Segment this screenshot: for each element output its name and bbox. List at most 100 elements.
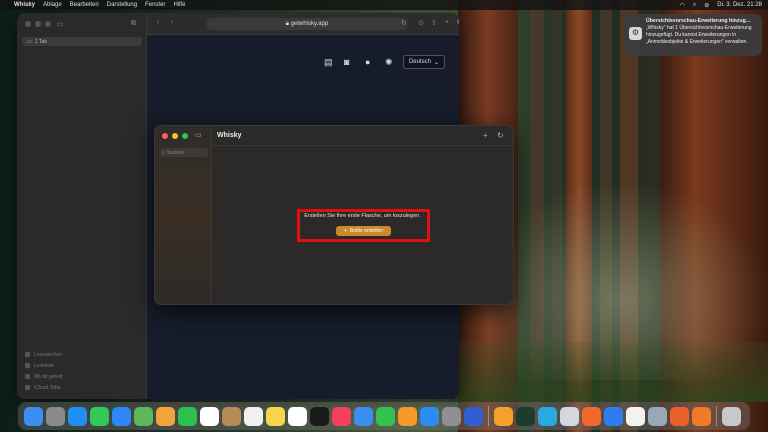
zoom-button[interactable]	[45, 21, 51, 27]
cube-app-icon[interactable]	[464, 406, 483, 426]
app-store-icon[interactable]	[420, 406, 439, 426]
search-field[interactable]: ⌕ Suchen	[159, 148, 208, 157]
close-button[interactable]	[162, 133, 168, 139]
pencil-app-icon[interactable]	[494, 406, 513, 426]
menu-bar: Whisky Ablage Bearbeiten Darstellung Fen…	[0, 0, 768, 10]
system-settings-icon[interactable]	[442, 406, 461, 426]
minimize-button[interactable]	[172, 133, 178, 139]
sidebar-item-reading-list[interactable]: Leseliste	[25, 360, 62, 371]
mail-icon[interactable]	[112, 406, 131, 426]
safari-toolbar: ‹ › ▣ 🔒︎ getwhisky.app ↻ ⊙ ⇧ + ⧉	[147, 13, 459, 35]
share-icon[interactable]: ⇧	[431, 19, 437, 27]
pages-icon[interactable]	[398, 406, 417, 426]
keynote-icon[interactable]	[354, 406, 373, 426]
dock-separator	[716, 406, 717, 426]
wifi-icon[interactable]: ◠	[680, 2, 685, 9]
calendar-icon[interactable]	[200, 406, 219, 426]
whisky-toolbar: Whisky + ↻	[212, 126, 513, 146]
notes-icon[interactable]	[266, 406, 285, 426]
tv-icon[interactable]	[310, 406, 329, 426]
sidebar-bottom-list: Leseziechen Leseliste Mit dir geteilt iC…	[25, 349, 62, 393]
notification-title: Übersichtsvorschau-Erweiterung hinzug…	[646, 18, 751, 24]
menubar-clock[interactable]: Di. 3. Dez. 21:28	[717, 2, 762, 8]
back-icon[interactable]: ‹	[157, 19, 159, 26]
github-icon[interactable]: ●	[365, 57, 370, 67]
reminders-icon[interactable]	[244, 406, 263, 426]
add-icon[interactable]: +	[483, 131, 488, 140]
new-tab-icon[interactable]: +	[445, 19, 449, 26]
menu-hilfe[interactable]: Hilfe	[173, 2, 185, 8]
reload-icon[interactable]: ↻	[401, 19, 407, 27]
window-app-icon[interactable]	[538, 406, 557, 426]
download-icon[interactable]: ⊙	[418, 19, 424, 27]
menu-app-name[interactable]: Whisky	[14, 2, 35, 8]
url-text: getwhisky.app	[290, 21, 329, 27]
whisky-traffic-lights	[162, 133, 188, 139]
close-button[interactable]	[25, 21, 31, 27]
music-icon[interactable]	[332, 406, 351, 426]
xcode-cloud-icon[interactable]	[516, 406, 535, 426]
dock	[18, 402, 750, 430]
control-center-icon[interactable]: ⊜	[704, 2, 709, 9]
tab-overview-icon[interactable]: ⧉	[131, 20, 136, 28]
menu-fenster[interactable]: Fenster	[145, 2, 165, 8]
safari-traffic-lights	[25, 21, 51, 27]
search-icon: ⌕	[162, 149, 165, 156]
facetime-icon[interactable]	[178, 406, 197, 426]
shared-icon	[25, 374, 30, 379]
language-select-value: Deutsch	[408, 59, 431, 65]
sidebar-tab-group[interactable]: ▭ 1 Tab	[22, 37, 142, 46]
reading-list-icon	[25, 363, 30, 368]
game-app-icon[interactable]	[582, 406, 601, 426]
bookmarks-icon	[25, 352, 30, 357]
safari-sidebar: ▭ ⧉ ▭ 1 Tab Leseziechen Leseliste Mit di…	[17, 13, 147, 399]
utility-app-icon[interactable]	[648, 406, 667, 426]
extension-icon: ⚙	[629, 27, 642, 40]
numbers-icon[interactable]	[376, 406, 395, 426]
preview-icon[interactable]	[692, 406, 711, 426]
sidebar-item-icloud-tabs[interactable]: iCloud-Tabs	[25, 382, 62, 393]
book-icon[interactable]: ▤	[324, 57, 333, 68]
dock-separator	[488, 406, 489, 426]
discord-icon[interactable]: ◙	[344, 57, 349, 67]
address-bar[interactable]: 🔒︎ getwhisky.app	[207, 18, 407, 30]
language-select[interactable]: Deutsch ⌄	[403, 55, 445, 69]
notification-body: „Whisky“ hat 1 Übersichtsvorschau-Erweit…	[646, 25, 752, 45]
search-icon[interactable]: ⌕	[693, 2, 696, 9]
tabs-icon: ▭	[27, 38, 32, 45]
sidebar-item-bookmarks[interactable]: Leseziechen	[25, 349, 62, 360]
xcode-icon[interactable]	[604, 406, 623, 426]
minimize-button[interactable]	[35, 21, 41, 27]
tabs-overview-icon[interactable]: ⧉	[457, 19, 459, 27]
menu-darstellung[interactable]: Darstellung	[107, 2, 137, 8]
lock-icon: 🔒︎	[285, 20, 289, 27]
textedit-icon[interactable]	[626, 406, 645, 426]
highlight-box	[297, 209, 430, 242]
search-placeholder: Suchen	[166, 149, 184, 156]
office-app-icon[interactable]	[670, 406, 689, 426]
notification-banner[interactable]: ⚙ Übersichtsvorschau-Erweiterung hinzug……	[624, 14, 762, 56]
sidebar-toggle-icon[interactable]: ▭	[195, 131, 202, 139]
sidebar-tab-label: 1 Tab	[34, 38, 47, 45]
icloud-icon	[25, 385, 30, 390]
maps-icon[interactable]	[134, 406, 153, 426]
chevron-down-icon: ⌄	[433, 59, 440, 66]
messages-icon[interactable]	[90, 406, 109, 426]
launchpad-icon[interactable]	[46, 406, 65, 426]
safari-icon[interactable]	[68, 406, 87, 426]
contacts-icon[interactable]	[222, 406, 241, 426]
window-title: Whisky	[217, 132, 242, 139]
refresh-icon[interactable]: ↻	[497, 131, 504, 140]
forward-icon[interactable]: ›	[171, 19, 173, 26]
zoom-button[interactable]	[182, 133, 188, 139]
sidebar-item-shared[interactable]: Mit dir geteilt	[25, 371, 62, 382]
menu-bearbeiten[interactable]: Bearbeiten	[70, 2, 99, 8]
freeform-icon[interactable]	[288, 406, 307, 426]
sidebar-toggle-icon[interactable]: ▭	[57, 20, 64, 28]
finder-icon[interactable]	[24, 406, 43, 426]
theme-toggle-icon[interactable]: ✺	[385, 57, 393, 68]
photos-icon[interactable]	[156, 406, 175, 426]
trash-icon[interactable]	[722, 406, 741, 426]
puzzle-app-icon[interactable]	[560, 406, 579, 426]
menu-ablage[interactable]: Ablage	[43, 2, 62, 8]
